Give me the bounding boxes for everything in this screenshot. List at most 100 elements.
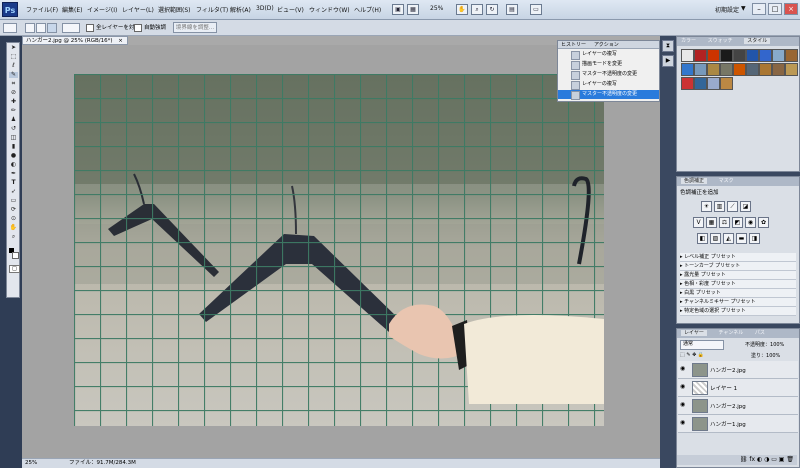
style-swatch[interactable] — [707, 49, 720, 62]
actions-panel-icon[interactable]: ▶ — [662, 55, 674, 67]
color-balance-icon[interactable]: ⚖ — [719, 217, 730, 228]
curves-icon[interactable]: ⟋ — [727, 201, 738, 212]
3d-rotate-icon[interactable]: ⟳ — [9, 207, 18, 213]
hand-tool-icon[interactable]: ✋ — [9, 225, 18, 231]
preset-channel-mixer[interactable]: ▸ チャンネルミキサー プリセット — [680, 298, 796, 307]
zoom-tool-icon[interactable]: ⌕ — [471, 4, 483, 15]
new-selection-icon[interactable] — [25, 23, 35, 33]
document-tab[interactable]: ハンガー2.jpg @ 25% (RGB/16*) × — [22, 36, 128, 45]
style-swatch[interactable] — [746, 63, 759, 76]
preset-selective-color[interactable]: ▸ 特定色域の選択 プリセット — [680, 307, 796, 316]
style-swatch[interactable] — [720, 77, 733, 90]
crop-tool-icon[interactable]: ⌗ — [9, 81, 18, 87]
history-item[interactable]: マスター不透明度の変更 — [558, 70, 659, 80]
style-swatch[interactable] — [720, 49, 733, 62]
style-swatch[interactable] — [733, 63, 746, 76]
menu-view[interactable]: ビュー(V) — [277, 5, 304, 14]
invert-icon[interactable]: ◧ — [697, 233, 708, 244]
vibrance-icon[interactable]: V — [693, 217, 704, 228]
hand-tool-icon[interactable]: ✋ — [456, 4, 468, 15]
style-swatch[interactable] — [694, 63, 707, 76]
menu-layer[interactable]: レイヤー(L) — [122, 5, 154, 14]
eye-icon[interactable]: ◉ — [680, 420, 686, 426]
layer-row[interactable]: ◉ ハンガー2.jpg — [678, 361, 798, 379]
style-swatch[interactable] — [785, 49, 798, 62]
mini-bridge-icon[interactable]: ▦ — [407, 4, 419, 15]
minimize-button[interactable]: – — [752, 3, 766, 15]
eye-icon[interactable]: ◉ — [680, 384, 686, 390]
background-color-swatch[interactable] — [12, 252, 19, 259]
history-item-selected[interactable]: マスター不透明度の変更 — [558, 90, 659, 100]
menu-image[interactable]: イメージ(I) — [87, 5, 117, 14]
lasso-tool-icon[interactable]: ℓ — [9, 63, 18, 69]
clone-stamp-icon[interactable]: ♟ — [9, 117, 18, 123]
style-swatch[interactable] — [772, 63, 785, 76]
menu-help[interactable]: ヘルプ(H) — [354, 5, 381, 14]
style-swatch[interactable] — [772, 49, 785, 62]
style-swatch[interactable] — [746, 49, 759, 62]
levels-icon[interactable]: ▥ — [714, 201, 725, 212]
healing-brush-icon[interactable]: ✚ — [9, 99, 18, 105]
history-brush-icon[interactable]: ↺ — [9, 126, 18, 132]
fill-field[interactable]: 塗り：100% — [751, 352, 780, 359]
quick-selection-tool-icon[interactable]: ✎ — [9, 72, 18, 78]
black-white-icon[interactable]: ◩ — [732, 217, 743, 228]
lock-icons[interactable]: ⬚ ✎ ✥ 🔒 — [680, 352, 720, 359]
add-to-selection-icon[interactable] — [36, 23, 46, 33]
style-swatch[interactable] — [681, 63, 694, 76]
hue-saturation-icon[interactable]: ▦ — [706, 217, 717, 228]
workspace-arrow-icon[interactable]: ▼ — [741, 5, 746, 12]
style-swatch[interactable] — [694, 49, 707, 62]
menu-window[interactable]: ウィンドウ(W) — [309, 5, 350, 14]
tab-swatches[interactable]: スウォッチ — [708, 38, 733, 44]
tab-masks[interactable]: マスク — [719, 178, 734, 184]
brush-tool-icon[interactable]: ✏ — [9, 108, 18, 114]
tab-history[interactable]: ヒストリー — [561, 41, 586, 49]
style-swatch[interactable] — [785, 63, 798, 76]
zoom-level-select[interactable]: 25% — [430, 5, 443, 12]
layers-footer-icons[interactable]: ⛓ fx ◐ ◑ ▭ ▣ 🗑 — [677, 455, 797, 465]
path-selection-icon[interactable]: ➶ — [9, 189, 18, 195]
menu-analysis[interactable]: 解析(A) — [230, 5, 251, 14]
maximize-button[interactable]: □ — [768, 3, 782, 15]
marquee-tool-icon[interactable]: ⬚ — [9, 54, 18, 60]
sample-all-layers-checkbox[interactable]: 全レイヤーを対象 — [86, 23, 140, 32]
menu-select[interactable]: 選択範囲(S) — [158, 5, 191, 14]
tab-color[interactable]: カラー — [681, 38, 696, 44]
workspace-switcher[interactable]: 初期設定 — [715, 5, 739, 14]
type-tool-icon[interactable]: T — [9, 180, 18, 186]
history-item[interactable]: レイヤーの複写 — [558, 50, 659, 60]
close-button[interactable]: × — [784, 3, 798, 15]
posterize-icon[interactable]: ▨ — [710, 233, 721, 244]
style-swatch[interactable] — [759, 49, 772, 62]
eye-icon[interactable]: ◉ — [680, 366, 686, 372]
layer-row[interactable]: ◉ ハンガー2.jpg — [678, 397, 798, 415]
style-swatch[interactable] — [707, 77, 720, 90]
quick-mask-icon[interactable]: ◻ — [9, 265, 20, 273]
eraser-tool-icon[interactable]: ◫ — [9, 135, 18, 141]
tab-adjustments[interactable]: 色調補正 — [681, 178, 708, 184]
blend-mode-select[interactable]: 通常 — [680, 340, 724, 350]
status-zoom[interactable]: 25% — [25, 460, 37, 466]
document-tab-close-icon[interactable]: × — [118, 38, 123, 44]
tab-channels[interactable]: チャンネル — [718, 330, 743, 336]
history-panel-icon[interactable]: ⧗ — [662, 40, 674, 52]
gradient-map-icon[interactable]: ▬ — [736, 233, 747, 244]
auto-enhance-checkbox[interactable]: 自動強調 — [134, 23, 166, 32]
tab-actions[interactable]: アクション — [594, 41, 619, 49]
style-swatch[interactable] — [681, 77, 694, 90]
style-swatch[interactable] — [707, 63, 720, 76]
layer-row[interactable]: ◉ ハンガー1.jpg — [678, 415, 798, 433]
history-item[interactable]: 描画モードを変更 — [558, 60, 659, 70]
style-swatch[interactable] — [733, 49, 746, 62]
quick-selection-preset-icon[interactable] — [3, 23, 17, 33]
rotate-view-icon[interactable]: ↻ — [486, 4, 498, 15]
refine-edge-button[interactable]: 境界線を調整... — [173, 22, 217, 33]
opacity-field[interactable]: 不透明度：100% — [745, 341, 784, 348]
tab-layers[interactable]: レイヤー — [681, 330, 707, 336]
layer-row[interactable]: ◉ レイヤー 1 — [678, 379, 798, 397]
history-item[interactable]: レイヤーの複写 — [558, 80, 659, 90]
blur-tool-icon[interactable]: ● — [9, 153, 18, 159]
preset-levels[interactable]: ▸ レベル補正 プリセット — [680, 253, 796, 262]
menu-filter[interactable]: フィルタ(T) — [196, 5, 228, 14]
